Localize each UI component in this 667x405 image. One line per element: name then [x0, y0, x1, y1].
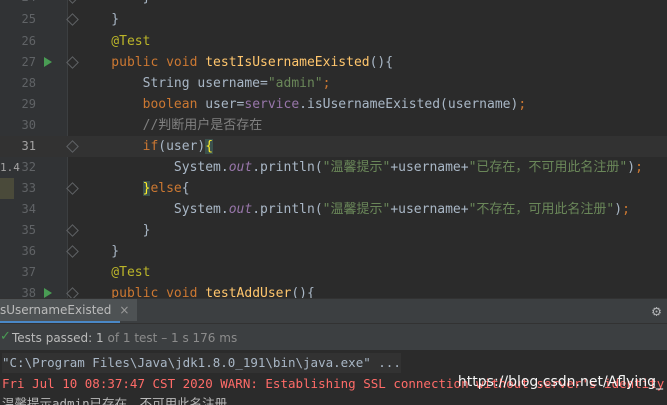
- code-text: public void testAddUser(){: [80, 286, 315, 298]
- code-text: if(user){: [80, 139, 214, 154]
- line-number: 28: [21, 76, 36, 90]
- code-editor[interactable]: 24 } 25 } 26 @Test 27 public void testIs…: [0, 0, 667, 298]
- fold-marker-icon[interactable]: [66, 224, 79, 237]
- code-line-current[interactable]: 31 if(user){: [0, 136, 667, 157]
- fold-marker-icon[interactable]: [66, 182, 79, 195]
- code-line[interactable]: 26 @Test: [0, 31, 667, 52]
- code-text: }: [80, 223, 151, 238]
- line-number: 25: [21, 12, 36, 26]
- console-line-output: 温馨提示admin已存在，不可用此名注册: [2, 396, 228, 405]
- tests-detail: of 1 test – 1 s 176 ms: [107, 331, 238, 345]
- code-text: String username="admin";: [80, 76, 331, 91]
- code-line[interactable]: 38 public void testAddUser(){: [0, 283, 667, 298]
- line-number: 30: [21, 118, 36, 132]
- code-text: }: [80, 0, 151, 8]
- test-status-bar: ✓ Tests passed: 1 of 1 test – 1 s 176 ms: [0, 323, 667, 351]
- run-test-icon[interactable]: [44, 288, 52, 298]
- code-text: @Test: [80, 265, 151, 280]
- code-text: }: [80, 244, 120, 259]
- line-number: 26: [21, 34, 36, 48]
- code-text: System.out.println("温馨提示"+username+"已存在，…: [80, 160, 643, 175]
- line-number: 36: [21, 244, 36, 258]
- check-icon: ✓: [0, 329, 11, 344]
- line-number: 29: [21, 97, 36, 111]
- code-line[interactable]: 27 public void testIsUsernameExisted(){: [0, 52, 667, 73]
- code-line[interactable]: 30 //判断用户是否存在: [0, 115, 667, 136]
- line-number: 32: [21, 160, 36, 174]
- line-number: 34: [21, 202, 36, 216]
- close-icon[interactable]: ×: [119, 303, 129, 317]
- code-comment: //判断用户是否存在: [80, 118, 263, 133]
- code-text: @Test: [80, 34, 151, 49]
- code-text: }else{: [142, 181, 190, 196]
- console-line-command: "C:\Program Files\Java\jdk1.8.0_191\bin\…: [2, 353, 401, 373]
- code-line[interactable]: 1.4 32 System.out.println("温馨提示"+usernam…: [0, 157, 667, 178]
- code-line[interactable]: 29 boolean user=service.isUsernameExiste…: [0, 94, 667, 115]
- watermark: https://blog.csdn.net/Aflying_: [457, 374, 663, 390]
- code-line[interactable]: 24 }: [0, 0, 667, 8]
- fold-marker-icon[interactable]: [66, 13, 79, 26]
- run-tab[interactable]: sUsernameExisted ×: [0, 299, 138, 321]
- code-line[interactable]: 33 }else{: [0, 178, 667, 199]
- line-number: 35: [21, 223, 36, 237]
- fold-marker-icon[interactable]: [66, 0, 79, 4]
- code-line[interactable]: 25 }: [0, 9, 667, 30]
- fold-marker-icon[interactable]: [66, 56, 79, 69]
- code-line[interactable]: 34 System.out.println("温馨提示"+username+"不…: [0, 199, 667, 220]
- code-text: System.out.println("温馨提示"+username+"不存在，…: [80, 202, 630, 217]
- line-number: 37: [21, 265, 36, 279]
- code-text: public void testIsUsernameExisted(){: [80, 55, 394, 70]
- gear-icon[interactable]: ⚙: [652, 302, 661, 320]
- fold-marker-icon[interactable]: [66, 287, 79, 298]
- run-test-icon[interactable]: [44, 57, 52, 67]
- line-number: 38: [21, 286, 36, 298]
- code-text: }: [80, 12, 120, 27]
- code-line[interactable]: 35 }: [0, 220, 667, 241]
- line-number: 31: [21, 139, 36, 153]
- tests-status: Tests passed: 1 of 1 test – 1 s 176 ms: [12, 324, 237, 352]
- change-marker: [0, 178, 14, 199]
- code-text: boolean user=service.isUsernameExisted(u…: [80, 97, 527, 112]
- fold-marker-icon[interactable]: [66, 140, 79, 153]
- run-tool-window-header: sUsernameExisted × ⚙: [0, 298, 667, 324]
- line-number: 33: [21, 181, 36, 195]
- code-line[interactable]: 36 }: [0, 241, 667, 262]
- fold-marker-icon[interactable]: [66, 245, 79, 258]
- line-number: 24: [14, 0, 36, 8]
- code-line[interactable]: 28 String username="admin";: [0, 73, 667, 94]
- run-tab-label: sUsernameExisted: [0, 303, 112, 317]
- code-line[interactable]: 37 @Test: [0, 262, 667, 283]
- tests-count: 1: [96, 331, 104, 345]
- line-number: 27: [21, 55, 36, 69]
- tests-passed-label: Tests passed:: [12, 331, 93, 345]
